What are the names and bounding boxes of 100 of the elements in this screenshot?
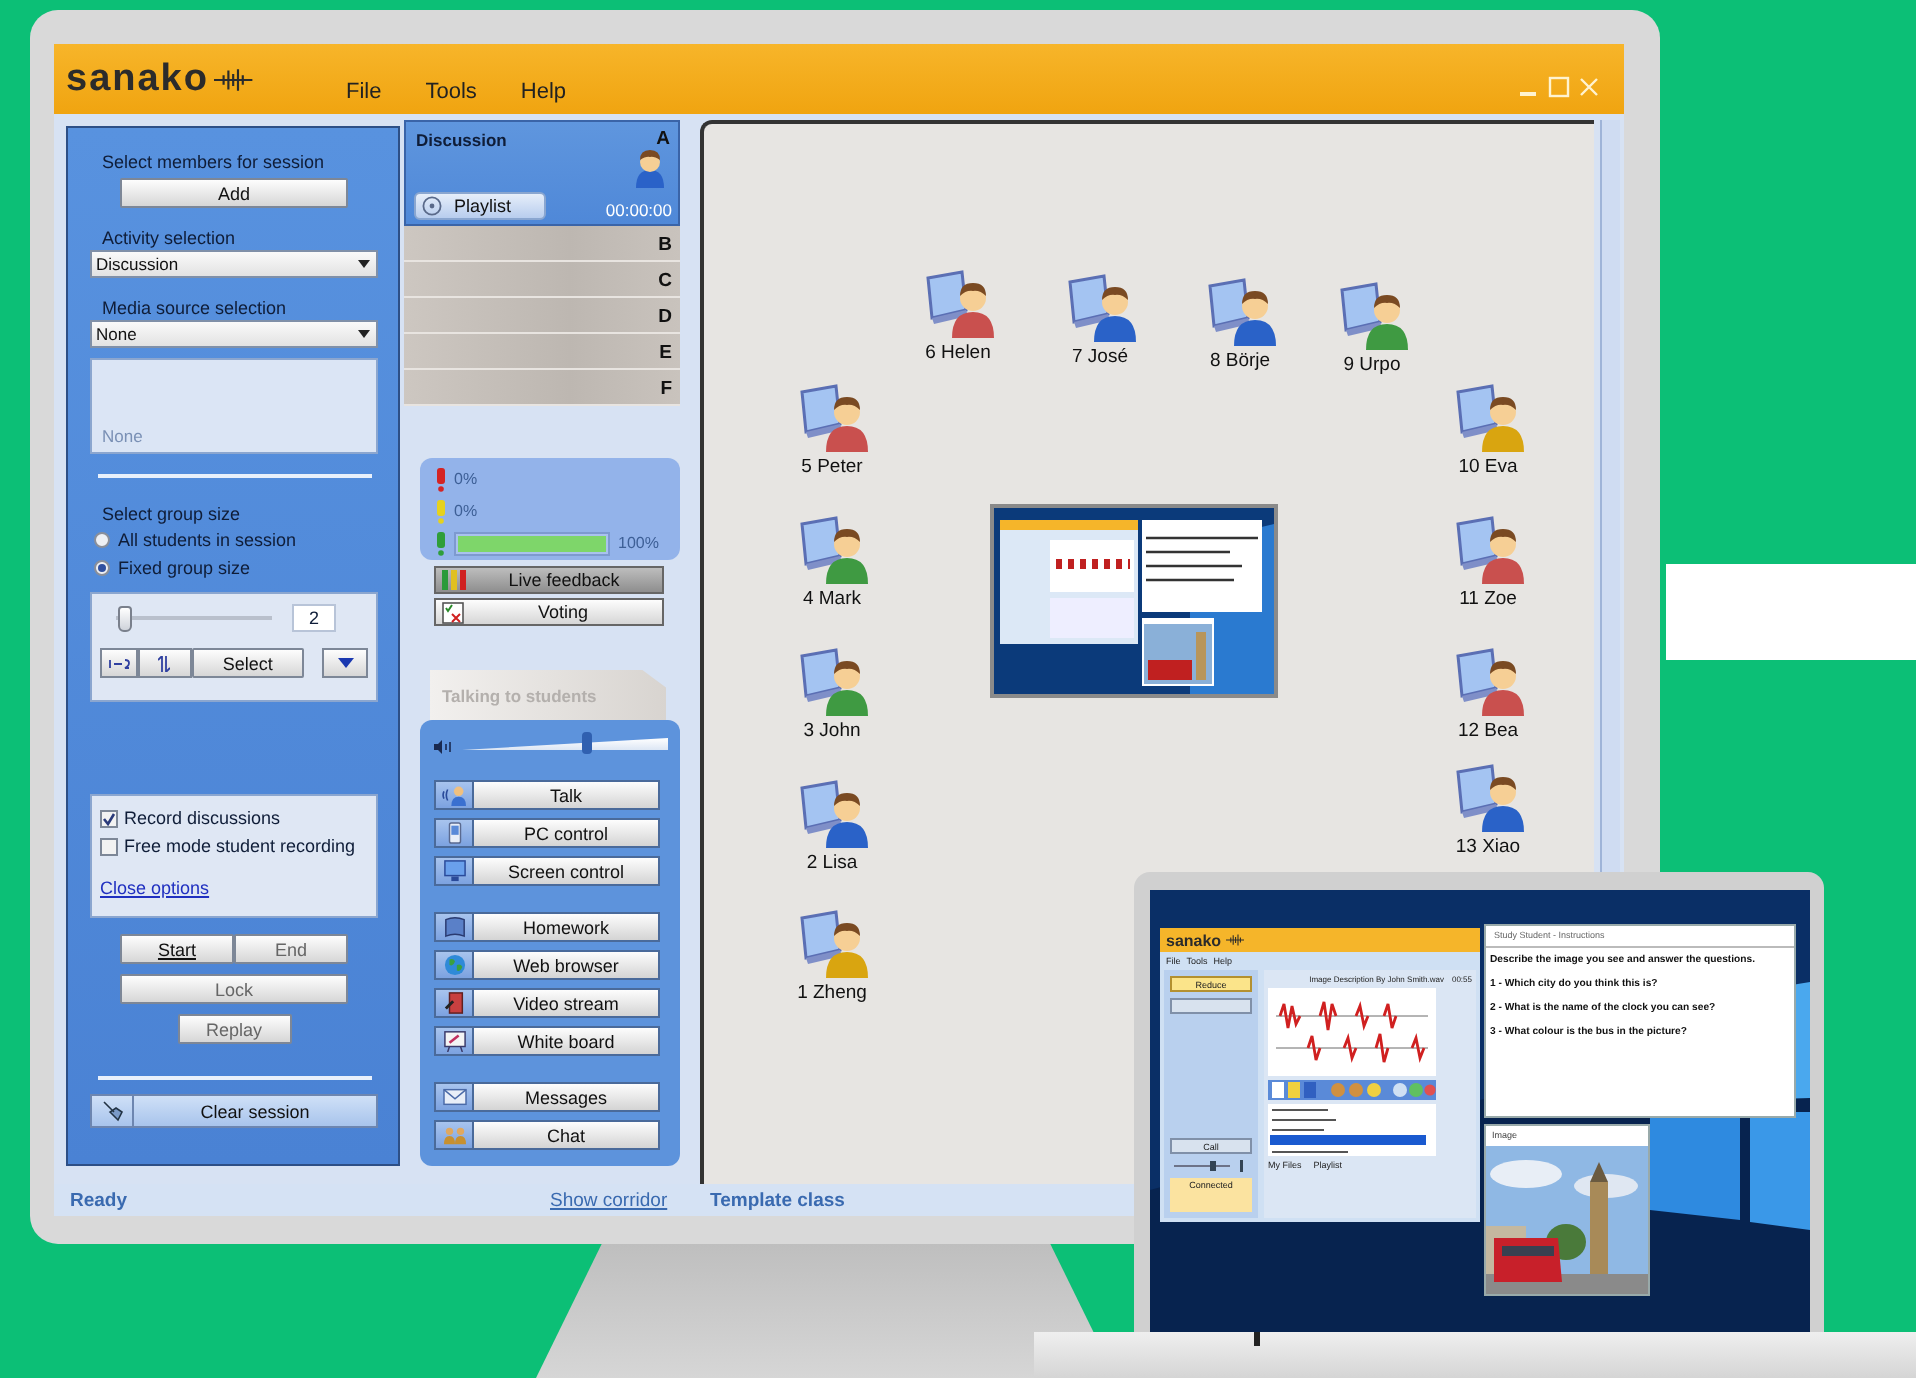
student-computer-icon[interactable] xyxy=(796,910,868,978)
class-name: Template class xyxy=(708,1189,845,1211)
student-computer-icon[interactable] xyxy=(922,270,994,338)
tool-button[interactable]: Messages xyxy=(434,1082,660,1112)
tool-button[interactable]: Screen control xyxy=(434,856,660,886)
section-label: Media source selection xyxy=(100,298,289,320)
student-computer-icon[interactable] xyxy=(1336,282,1408,350)
preview-text: None xyxy=(102,426,143,446)
student-computer-icon[interactable] xyxy=(796,648,868,716)
student-name: 10 Eva xyxy=(1458,456,1518,478)
student-computer-icon[interactable] xyxy=(796,516,868,584)
slider-thumb[interactable] xyxy=(581,732,592,754)
student-name: 11 Zoe xyxy=(1459,588,1517,610)
media-dropdown[interactable]: None xyxy=(90,320,378,348)
speaking-person-icon xyxy=(441,784,467,806)
people-icon xyxy=(441,1124,467,1146)
menu-item[interactable]: File xyxy=(346,79,382,103)
feedback-percent: 0% xyxy=(454,502,478,520)
student-computer-icon[interactable] xyxy=(1452,648,1524,716)
student-computer-icon[interactable] xyxy=(1452,764,1524,832)
student-computer-icon[interactable] xyxy=(1452,516,1524,584)
swap-icon xyxy=(158,655,171,671)
show-corridor-link[interactable]: Show corridor xyxy=(550,1189,680,1211)
exclamation-icon xyxy=(436,531,446,555)
select-button[interactable]: Select xyxy=(191,648,305,678)
caret-icon xyxy=(337,658,354,668)
clear-session-button[interactable]: Clear session xyxy=(90,1094,378,1128)
app-logo: sanako xyxy=(1166,931,1222,949)
timer: 00:00:00 xyxy=(605,200,672,220)
student-name: 7 José xyxy=(1072,346,1128,368)
group-row[interactable]: E xyxy=(404,334,680,370)
add-button[interactable]: Add xyxy=(120,178,348,208)
activity-dropdown[interactable]: Discussion xyxy=(90,250,378,278)
checkbox[interactable] xyxy=(100,809,118,827)
screen-thumbnail-drawing[interactable] xyxy=(990,504,1278,698)
radio-button[interactable] xyxy=(94,560,110,576)
live-feedback-button[interactable]: Live feedback xyxy=(434,566,664,594)
student-computer-icon[interactable] xyxy=(796,780,868,848)
exclamation-icon xyxy=(436,499,446,523)
menu-item[interactable]: Tools xyxy=(425,79,477,103)
student-name: 6 Helen xyxy=(925,342,991,364)
tool-button[interactable]: Talk xyxy=(434,780,660,810)
sound-wave-icon xyxy=(214,67,254,91)
slider-thumb[interactable] xyxy=(118,605,132,631)
group-row[interactable]: B xyxy=(404,226,680,262)
pair-button[interactable] xyxy=(100,648,138,678)
tool-button[interactable]: Homework xyxy=(434,912,660,942)
student-computer-icon[interactable] xyxy=(1064,274,1136,342)
tool-button[interactable]: Web browser xyxy=(434,950,660,980)
student-name: 12 Bea xyxy=(1457,720,1519,742)
section-label: Select members for session xyxy=(100,152,327,174)
globe-icon xyxy=(441,954,467,976)
person-icon xyxy=(634,148,666,188)
broom-icon xyxy=(100,1100,124,1122)
student-computer-icon[interactable] xyxy=(1204,278,1276,346)
feedback-percent: 0% xyxy=(454,470,478,488)
group-title: Discussion xyxy=(416,130,507,150)
playlist-button[interactable]: Playlist xyxy=(414,192,546,220)
student-name: 1 Zheng xyxy=(797,982,867,1004)
dropdown-button[interactable] xyxy=(322,648,368,678)
count-field[interactable]: 2 xyxy=(292,604,336,632)
traffic-light-icon xyxy=(442,570,466,590)
radio-label: All students in session xyxy=(118,530,297,550)
session-button[interactable]: Start xyxy=(120,934,234,964)
group-row[interactable]: C xyxy=(404,262,680,298)
group-panel[interactable]: Discussion A Playlist 00:00:00 xyxy=(404,120,680,226)
group-row[interactable]: F xyxy=(404,370,680,406)
tool-button[interactable]: Chat xyxy=(434,1120,660,1150)
student-computer-icon[interactable] xyxy=(1452,384,1524,452)
tool-button[interactable]: PC control xyxy=(434,818,660,848)
tool-button[interactable]: Video stream xyxy=(434,988,660,1018)
disc-icon xyxy=(422,196,442,216)
group-row[interactable]: D xyxy=(404,298,680,334)
section-label: Activity selection xyxy=(100,228,238,250)
radio-button[interactable] xyxy=(94,532,110,548)
close-options-link[interactable]: Close options xyxy=(100,878,210,898)
caret-icon xyxy=(358,260,370,268)
speaker-icon xyxy=(434,739,452,753)
caret-icon xyxy=(358,330,370,338)
app-logo: sanako xyxy=(66,57,209,101)
student-name: 9 Urpo xyxy=(1343,354,1401,376)
student-name: 5 Peter xyxy=(801,456,863,478)
sound-wave-icon xyxy=(1225,934,1245,946)
shuffle-button[interactable] xyxy=(137,648,192,678)
checkbox-label: Free mode student recording xyxy=(124,836,356,856)
student-name: 8 Börje xyxy=(1209,350,1271,372)
exclamation-icon xyxy=(436,467,446,491)
tool-button[interactable]: White board xyxy=(434,1026,660,1056)
laptop-notch xyxy=(1254,1332,1260,1346)
voting-button[interactable]: Voting xyxy=(434,598,664,626)
board-icon xyxy=(441,1030,467,1052)
pair-icon xyxy=(107,657,130,669)
student-computer-icon[interactable] xyxy=(796,384,868,452)
group-letter: A xyxy=(656,128,670,150)
student-name: 4 Mark xyxy=(802,588,862,610)
checkbox[interactable] xyxy=(100,837,118,855)
radio-label: Fixed group size xyxy=(118,558,251,578)
menu-item[interactable]: Help xyxy=(520,79,567,103)
student-name: 2 Lisa xyxy=(806,852,858,874)
envelope-icon xyxy=(441,1086,467,1108)
